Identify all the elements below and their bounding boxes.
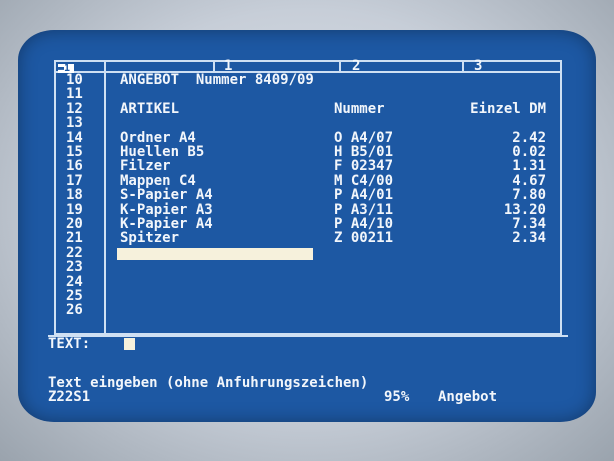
- row-number: 20: [66, 216, 83, 232]
- column-header-3[interactable]: 3: [474, 58, 482, 74]
- cell-price[interactable]: Einzel DM: [470, 102, 546, 116]
- cell-price[interactable]: 1.31: [512, 159, 546, 173]
- cell-price[interactable]: 13.20: [504, 203, 546, 217]
- sheet-row[interactable]: 18 S-Papier A4 P A4/01 7.80: [56, 188, 556, 202]
- sheet-row[interactable]: 10 ANGEBOT Nummer 8409/09: [56, 73, 556, 87]
- row-number: 16: [66, 158, 83, 175]
- row-number: 18: [66, 187, 83, 204]
- row-number: 13: [66, 115, 83, 132]
- row-number: 10: [66, 72, 83, 88]
- cell-text[interactable]: S-Papier A4: [120, 188, 213, 202]
- cell-code[interactable]: Z 00211: [334, 231, 393, 245]
- cell-text[interactable]: Huellen B5: [120, 145, 204, 159]
- status-cell-ref: Z22S1: [48, 389, 91, 405]
- row-number: 17: [66, 172, 83, 189]
- cell-price[interactable]: 2.42: [512, 131, 546, 145]
- cell-text[interactable]: ANGEBOT Nummer 8409/09: [120, 73, 314, 87]
- sheet-row[interactable]: 24: [56, 275, 556, 289]
- sheet-row[interactable]: 26: [56, 303, 556, 317]
- cell-code[interactable]: P A4/10: [334, 217, 393, 231]
- column-tick-2: [339, 62, 341, 71]
- help-line: Text eingeben (ohne Anfuhrungszeichen): [48, 375, 369, 391]
- row-number: 19: [66, 201, 83, 218]
- sheet-row[interactable]: 17 Mappen C4 M C4/00 4.67: [56, 174, 556, 188]
- sheet-row[interactable]: 16 Filzer F 02347 1.31: [56, 159, 556, 173]
- row-number: 12: [66, 100, 83, 117]
- row-number: 25: [66, 288, 83, 304]
- column-tick-1: [213, 62, 215, 71]
- sheet-row[interactable]: 22: [56, 246, 556, 260]
- cell-price[interactable]: 7.80: [512, 188, 546, 202]
- cell-text[interactable]: ARTIKEL: [120, 102, 179, 116]
- status-filename: Angebot: [438, 389, 498, 405]
- grid-bottom-rule: [48, 335, 568, 337]
- row-number: 21: [66, 230, 83, 247]
- cell-text[interactable]: K-Papier A4: [120, 217, 213, 231]
- cell-price[interactable]: 2.34: [512, 231, 546, 245]
- row-number: 23: [66, 259, 83, 276]
- crt-screen: ▬1 1 2 3 10 ANGEBOT Nummer 8409/09 11 12 ART…: [18, 30, 596, 422]
- sheet-row[interactable]: 15 Huellen B5 H B5/01 0.02: [56, 145, 556, 159]
- text-input-cursor[interactable]: [124, 338, 135, 350]
- row-number: 26: [66, 302, 83, 319]
- active-cell-cursor[interactable]: [117, 247, 313, 260]
- cell-code[interactable]: P A4/01: [334, 188, 393, 202]
- row-number: 11: [66, 86, 83, 103]
- cell-code[interactable]: M C4/00: [334, 174, 393, 188]
- spreadsheet-grid: ▬1 1 2 3 10 ANGEBOT Nummer 8409/09 11 12 ART…: [54, 58, 562, 335]
- sheet-row[interactable]: 12 ARTIKEL Nummer Einzel DM: [56, 102, 556, 116]
- column-tick-3: [462, 62, 464, 71]
- cell-text[interactable]: Filzer: [120, 159, 171, 173]
- cell-text[interactable]: Ordner A4: [120, 131, 196, 145]
- cell-code[interactable]: H B5/01: [334, 145, 393, 159]
- cell-text[interactable]: Spitzer: [120, 231, 179, 245]
- sheet-row[interactable]: 13: [56, 116, 556, 130]
- row-number: 24: [66, 273, 83, 290]
- status-memory: 95%: [384, 389, 410, 405]
- cell-code[interactable]: Nummer: [334, 102, 385, 116]
- cell-price[interactable]: 4.67: [512, 174, 546, 188]
- cell-price[interactable]: 7.34: [512, 217, 546, 231]
- cell-text[interactable]: Mappen C4: [120, 174, 196, 188]
- column-header-2[interactable]: 2: [352, 58, 360, 74]
- sheet-row[interactable]: 23: [56, 260, 556, 274]
- sheet-row[interactable]: 11: [56, 87, 556, 101]
- cell-code[interactable]: P A3/11: [334, 203, 393, 217]
- sheet-row[interactable]: 14 Ordner A4 O A4/07 2.42: [56, 131, 556, 145]
- sheet-row[interactable]: 20 K-Papier A4 P A4/10 7.34: [56, 217, 556, 231]
- row-number: 14: [66, 129, 83, 146]
- sheet-row[interactable]: 19 K-Papier A3 P A3/11 13.20: [56, 203, 556, 217]
- cell-price[interactable]: 0.02: [512, 145, 546, 159]
- row-number: 22: [66, 244, 83, 261]
- cell-text[interactable]: K-Papier A3: [120, 203, 213, 217]
- cell-code[interactable]: O A4/07: [334, 131, 393, 145]
- sheet-row[interactable]: 21 Spitzer Z 00211 2.34: [56, 231, 556, 245]
- input-label: TEXT:: [48, 336, 91, 352]
- row-number: 15: [66, 144, 83, 160]
- sheet-row[interactable]: 25: [56, 289, 556, 303]
- cell-code[interactable]: F 02347: [334, 159, 393, 173]
